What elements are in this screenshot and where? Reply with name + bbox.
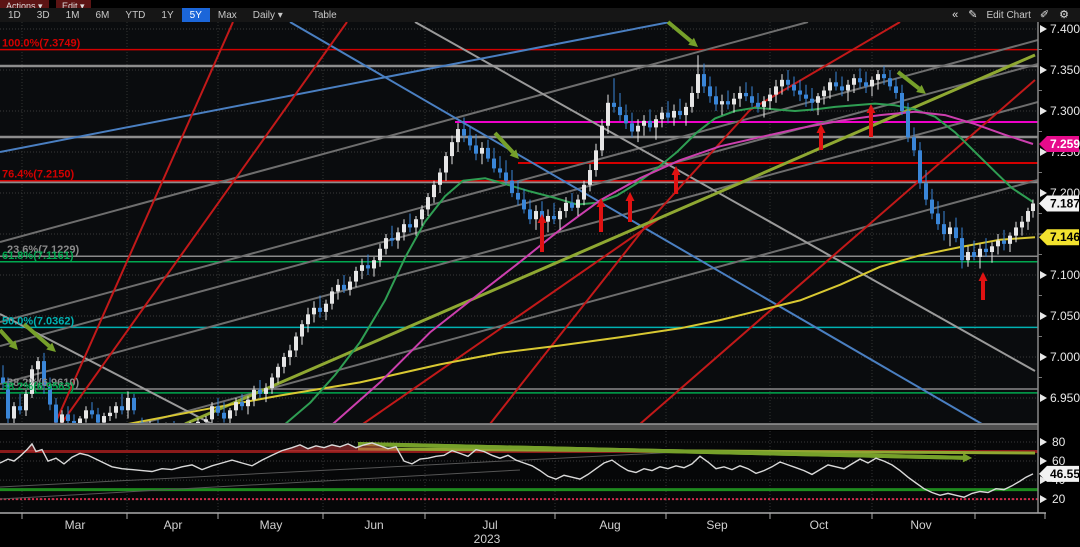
chart-application-window: { "top_strip": { "actions_label": "Actio… <box>0 0 1080 547</box>
svg-text:7.1872: 7.1872 <box>1050 196 1080 210</box>
month-label-oct: Oct <box>810 518 829 532</box>
time-axis: Mar Apr May Jun Jul Aug Sep Oct Nov 2023 <box>21 513 1046 546</box>
svg-text:20: 20 <box>1052 492 1066 506</box>
svg-text:76.4%(7.2150): 76.4%(7.2150) <box>2 169 74 181</box>
price-tag-7.1461: 7.1461 <box>1039 229 1080 246</box>
month-label-jun: Jun <box>364 518 383 532</box>
svg-text:50.0%(7.0362): 50.0%(7.0362) <box>2 315 74 327</box>
price-tag-7.1872: 7.1872 <box>1039 195 1080 212</box>
price-tag-7.2598: 7.2598 <box>1039 135 1080 152</box>
month-label-aug: Aug <box>599 518 620 532</box>
svg-text:80: 80 <box>1052 435 1066 449</box>
svg-text:7.0000: 7.0000 <box>1050 350 1080 364</box>
svg-text:7.1461: 7.1461 <box>1050 230 1080 244</box>
month-label-apr: Apr <box>164 518 183 532</box>
svg-text:6.9500: 6.9500 <box>1050 391 1080 405</box>
svg-text:100.0%(7.3749): 100.0%(7.3749) <box>2 38 81 50</box>
month-label-mar: Mar <box>65 518 86 532</box>
svg-text:46.5505: 46.5505 <box>1050 467 1080 481</box>
year-label: 2023 <box>474 532 501 546</box>
svg-text:7.3000: 7.3000 <box>1050 104 1080 118</box>
svg-text:7.0500: 7.0500 <box>1050 309 1080 323</box>
svg-text:7.2598: 7.2598 <box>1050 137 1080 151</box>
svg-text:7.3500: 7.3500 <box>1050 63 1080 77</box>
svg-text:61.8%(7.1161): 61.8%(7.1161) <box>2 250 74 262</box>
svg-text:7.4000: 7.4000 <box>1050 22 1080 36</box>
price-chart-canvas[interactable]: 100.0%(7.3749)76.4%(7.2150)23.6%(7.1229)… <box>0 0 1080 547</box>
month-label-sep: Sep <box>706 518 728 532</box>
month-label-nov: Nov <box>910 518 931 532</box>
month-label-jul: Jul <box>482 518 497 532</box>
month-label-may: May <box>260 518 283 532</box>
svg-text:38.2%(6.9563): 38.2%(6.9563) <box>2 381 74 393</box>
svg-text:7.1000: 7.1000 <box>1050 268 1080 282</box>
rsi-value-tag: 46.5505 <box>1039 465 1080 482</box>
